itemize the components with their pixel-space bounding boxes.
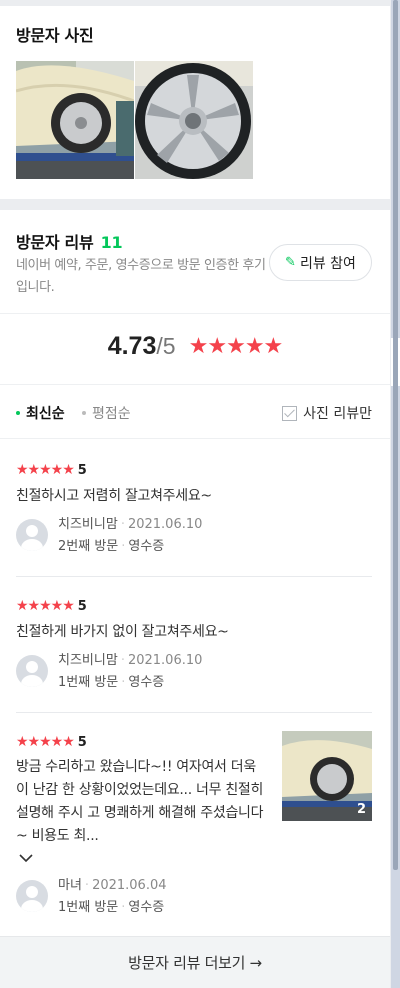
visitor-reviews-title-text: 방문자 리뷰 bbox=[16, 233, 94, 252]
sort-latest[interactable]: 최신순 bbox=[16, 403, 65, 423]
write-review-button[interactable]: ✎ 리뷰 참여 bbox=[269, 244, 372, 281]
sort-rating-label: 평점순 bbox=[92, 406, 131, 422]
review-item[interactable]: ★★★★★ 5 친절하시고 저렴히 잘고쳐주세요~ 치즈비니맘 · 2021.06.1… bbox=[16, 459, 372, 559]
visitor-reviews-section: 방문자 리뷰 11 네이버 예약, 주문, 영수증으로 방문 인증한 후기입니다… bbox=[0, 210, 390, 988]
review-score: 5 bbox=[77, 599, 87, 614]
divider bbox=[0, 438, 390, 439]
review-count: 11 bbox=[100, 233, 123, 252]
sort-rating[interactable]: 평점순 bbox=[82, 403, 131, 423]
review-item[interactable]: ★★★★★ 5 친절하게 바가지 없이 잘고쳐주세요~ 치즈비니맘 · 2021.06… bbox=[16, 595, 372, 695]
review-score: 5 bbox=[77, 735, 87, 750]
divider bbox=[0, 313, 390, 314]
write-review-label: 리뷰 참여 bbox=[299, 255, 356, 272]
review-author[interactable]: 마녀 · 2021.06.04 1번째 방문 · 영수증 bbox=[16, 875, 167, 919]
review-rating: ★★★★★ 5 bbox=[16, 595, 372, 614]
author-name: 치즈비니맘 bbox=[58, 517, 118, 532]
visitor-photos-title: 방문자 사진 bbox=[16, 26, 94, 45]
review-rating: ★★★★★ 5 bbox=[16, 459, 372, 478]
avatar bbox=[16, 519, 48, 551]
inactive-dot-icon bbox=[82, 411, 86, 415]
review-author[interactable]: 치즈비니맘 · 2021.06.10 2번째 방문 · 영수증 bbox=[16, 514, 202, 558]
author-name: 치즈비니맘 bbox=[58, 653, 118, 668]
author-name: 마녀 bbox=[58, 878, 82, 893]
divider bbox=[16, 576, 372, 577]
review-text: 방금 수리하고 왔습니다~!! 여자여서 더욱이 난감 한 상황이었었는데요..… bbox=[16, 759, 264, 844]
review-stars: ★★★★★ bbox=[16, 734, 75, 750]
max-score: /5 bbox=[156, 333, 176, 359]
avatar bbox=[16, 655, 48, 687]
visitor-photos-section: 방문자 사진 bbox=[0, 6, 390, 199]
review-photo-thumbnail[interactable]: 2 bbox=[282, 731, 372, 821]
review-stars: ★★★★★ bbox=[16, 598, 75, 614]
photo-review-filter-label: 사진 리뷰만 bbox=[303, 406, 372, 422]
receipt-label: 영수증 bbox=[128, 900, 165, 915]
visit-count: 1번째 방문 bbox=[58, 900, 119, 915]
visitor-reviews-title: 방문자 리뷰 11 bbox=[16, 229, 123, 253]
average-stars: ★★★★★ bbox=[188, 334, 284, 359]
wheel-closeup-photo[interactable] bbox=[135, 61, 253, 179]
expand-chevron-icon[interactable] bbox=[18, 848, 34, 867]
review-date: 2021.06.10 bbox=[127, 517, 203, 532]
photo-count: 2 bbox=[356, 802, 366, 817]
wheel-photo[interactable] bbox=[16, 61, 134, 179]
more-reviews-button[interactable]: 방문자 리뷰 더보기 → bbox=[0, 936, 390, 988]
divider bbox=[16, 712, 372, 713]
review-text: 친절하게 바가지 없이 잘고쳐주세요~ bbox=[16, 624, 229, 640]
pencil-icon: ✎ bbox=[285, 255, 296, 270]
checkbox-icon[interactable] bbox=[282, 405, 298, 421]
avatar bbox=[16, 880, 48, 912]
average-score: 4.73 bbox=[107, 332, 157, 360]
review-score: 5 bbox=[77, 463, 87, 478]
review-text: 친절하시고 저렴히 잘고쳐주세요~ bbox=[16, 488, 212, 504]
photo-review-filter[interactable]: 사진 리뷰만 bbox=[282, 403, 372, 423]
review-date: 2021.06.10 bbox=[127, 653, 203, 668]
visit-count: 1번째 방문 bbox=[58, 675, 119, 690]
review-stars: ★★★★★ bbox=[16, 462, 75, 478]
review-date: 2021.06.04 bbox=[92, 878, 167, 893]
sort-bar: 최신순 평점순 사진 리뷰만 bbox=[16, 403, 372, 425]
average-rating: 4.73/5 ★★★★★ bbox=[0, 332, 390, 361]
sort-latest-label: 최신순 bbox=[26, 406, 65, 422]
visit-count: 2번째 방문 bbox=[58, 539, 119, 554]
divider bbox=[0, 384, 390, 385]
review-author[interactable]: 치즈비니맘 · 2021.06.10 1번째 방문 · 영수증 bbox=[16, 650, 202, 694]
reviews-subtitle: 네이버 예약, 주문, 영수증으로 방문 인증한 후기입니다. bbox=[16, 258, 266, 295]
receipt-label: 영수증 bbox=[128, 539, 165, 554]
review-item[interactable]: ★★★★★ 5 방금 수리하고 왔습니다~!! 여자여서 더욱이 난감 한 상황이… bbox=[16, 731, 372, 921]
receipt-label: 영수증 bbox=[128, 675, 165, 690]
active-dot-icon bbox=[16, 411, 20, 415]
scrollbar-thumb[interactable] bbox=[393, 0, 398, 870]
